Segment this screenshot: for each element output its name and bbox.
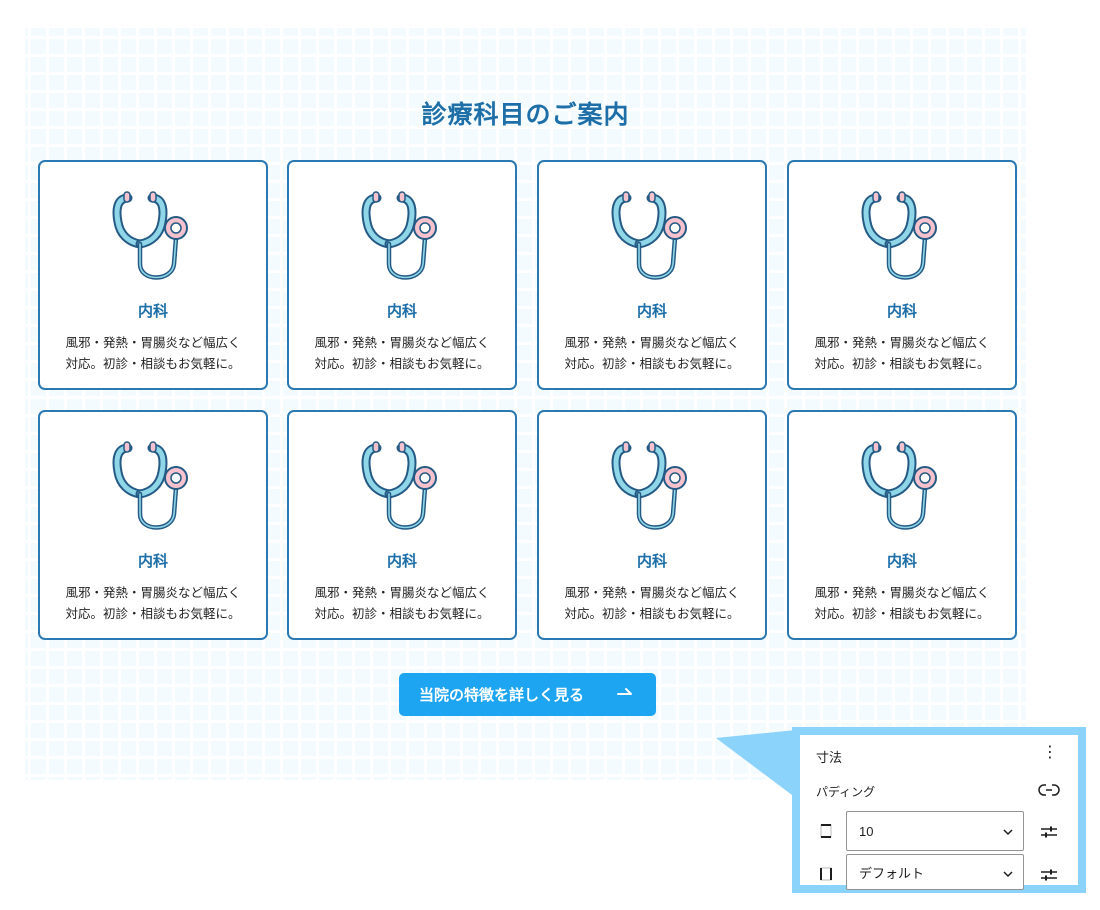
stethoscope-icon: [359, 190, 449, 286]
more-vertical-icon[interactable]: ⋮: [1042, 745, 1058, 761]
card-description: 風邪・発熱・胃腸炎など幅広く 対応。初診・相談もお気軽に。: [814, 585, 990, 621]
card-description: 風邪・発熱・胃腸炎など幅広く 対応。初診・相談もお気軽に。: [314, 585, 490, 621]
chevron-down-icon: [1003, 829, 1013, 836]
card-title: 内科: [636, 302, 667, 320]
padding-vertical-select[interactable]: 10: [846, 811, 1024, 851]
card-title: 内科: [386, 552, 417, 570]
card-title: 内科: [886, 552, 917, 570]
service-card[interactable]: 内科 風邪・発熱・胃腸炎など幅広く 対応。初診・相談もお気軽に。: [38, 160, 268, 390]
card-description: 風邪・発熱・胃腸炎など幅広く 対応。初診・相談もお気軽に。: [65, 585, 241, 621]
select-value: デフォルト: [859, 865, 925, 881]
padding-horizontal-select[interactable]: デフォルト: [846, 854, 1024, 890]
panel-header: 寸法: [816, 750, 843, 765]
stethoscope-icon: [110, 190, 200, 286]
service-card[interactable]: 内科 風邪・発熱・胃腸炎など幅広く 対応。初診・相談もお気軽に。: [537, 410, 767, 640]
stethoscope-icon: [359, 440, 449, 536]
sliders-icon[interactable]: [1040, 868, 1058, 882]
services-section: 診療科目のご案内 内科 風邪・発熱・胃腸炎など幅広く 対応。初診・相談もお気軽に。…: [25, 28, 1026, 780]
callout-pointer: [716, 730, 796, 798]
stethoscope-icon: [110, 440, 200, 536]
card-description: 風邪・発熱・胃腸炎など幅広く 対応。初診・相談もお気軽に。: [564, 335, 740, 371]
card-description: 風邪・発熱・胃腸炎など幅広く 対応。初診・相談もお気軽に。: [564, 585, 740, 621]
service-card[interactable]: 内科 風邪・発熱・胃腸炎など幅広く 対応。初診・相談もお気軽に。: [787, 160, 1017, 390]
stethoscope-icon: [609, 190, 699, 286]
sliders-icon[interactable]: [1040, 825, 1058, 839]
padding-label: パディング: [816, 785, 876, 799]
view-features-button[interactable]: 当院の特徴を詳しく見る: [399, 673, 656, 716]
card-description: 風邪・発熱・胃腸炎など幅広く 対応。初診・相談もお気軽に。: [814, 335, 990, 371]
select-value: 10: [859, 823, 874, 839]
card-description: 風邪・発熱・胃腸炎など幅広く 対応。初診・相談もお気軽に。: [314, 335, 490, 371]
card-title: 内科: [386, 302, 417, 320]
link-icon[interactable]: [1038, 783, 1060, 797]
stethoscope-icon: [859, 440, 949, 536]
stethoscope-icon: [859, 190, 949, 286]
padding-horizontal-icon: [820, 867, 832, 881]
card-title: 内科: [137, 552, 168, 570]
service-card[interactable]: 内科 風邪・発熱・胃腸炎など幅広く 対応。初診・相談もお気軽に。: [287, 410, 517, 640]
service-card[interactable]: 内科 風邪・発熱・胃腸炎など幅広く 対応。初診・相談もお気軽に。: [38, 410, 268, 640]
chevron-down-icon: [1003, 871, 1013, 878]
cta-label: 当院の特徴を詳しく見る: [419, 686, 585, 704]
section-title: 診療科目のご案内: [421, 100, 630, 129]
padding-vertical-icon: [820, 824, 832, 838]
card-title: 内科: [137, 302, 168, 320]
card-description: 風邪・発熱・胃腸炎など幅広く 対応。初診・相談もお気軽に。: [65, 335, 241, 371]
card-title: 内科: [636, 552, 667, 570]
stethoscope-icon: [609, 440, 699, 536]
service-card[interactable]: 内科 風邪・発熱・胃腸炎など幅広く 対応。初診・相談もお気軽に。: [787, 410, 1017, 640]
service-card[interactable]: 内科 風邪・発熱・胃腸炎など幅広く 対応。初診・相談もお気軽に。: [287, 160, 517, 390]
service-card[interactable]: 内科 風邪・発熱・胃腸炎など幅広く 対応。初診・相談もお気軽に。: [537, 160, 767, 390]
card-title: 内科: [886, 302, 917, 320]
arrow-right-icon: [617, 688, 632, 695]
dimensions-panel: 寸法 ⋮ パディング 10 デフォルト: [792, 727, 1086, 893]
